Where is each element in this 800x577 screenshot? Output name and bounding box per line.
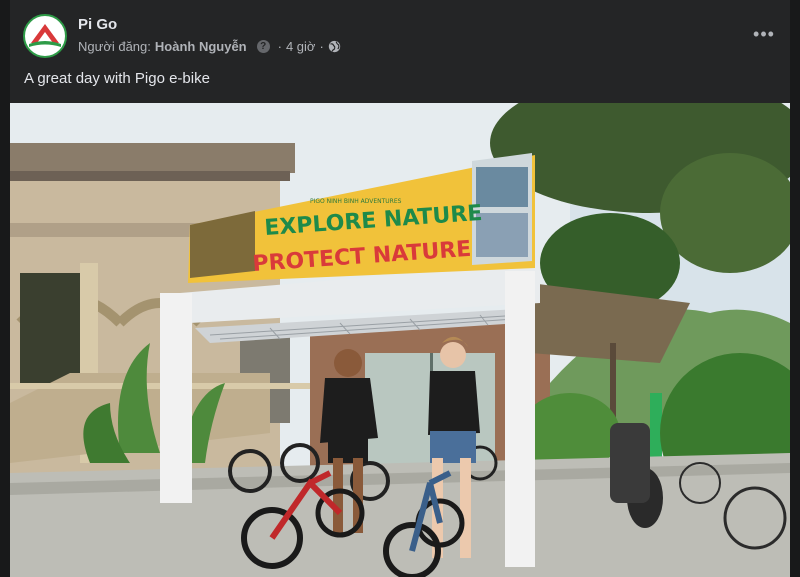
sign-header-text: PIGO NINH BINH ADVENTURES	[310, 198, 402, 205]
meta-separator: ·	[319, 39, 324, 54]
more-options-button[interactable]: •••	[752, 22, 776, 46]
post-meta: Người đăng: Hoành Nguyễn ? · 4 giờ ·	[78, 39, 341, 54]
page-avatar[interactable]	[23, 14, 67, 58]
post-photo[interactable]: PIGO NINH BINH ADVENTURES EXPLORE NATURE…	[10, 103, 790, 577]
author-prefix: Người đăng:	[78, 39, 151, 54]
author-name-link[interactable]: Hoành Nguyễn	[155, 39, 247, 54]
post-caption: A great day with Pigo e-bike	[24, 70, 210, 87]
photo-scene: PIGO NINH BINH ADVENTURES EXPLORE NATURE…	[10, 103, 790, 577]
page-name-link[interactable]: Pi Go	[78, 16, 117, 33]
globe-icon[interactable]	[328, 40, 341, 53]
info-icon[interactable]: ?	[256, 40, 270, 53]
post-card: Pi Go Người đăng: Hoành Nguyễn ? · 4 giờ…	[10, 0, 790, 577]
post-time-link[interactable]: 4 giờ	[286, 39, 316, 54]
pigo-logo-icon	[26, 17, 64, 55]
meta-separator: ·	[277, 39, 282, 54]
